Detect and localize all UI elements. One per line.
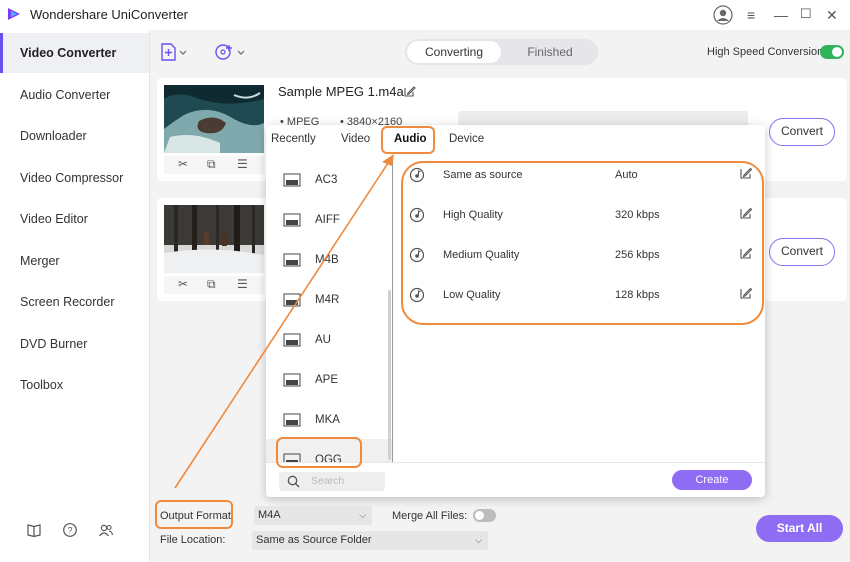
sidebar-item-label: Downloader [20, 129, 87, 143]
format-label: AC3 [315, 174, 338, 186]
format-label: APE [315, 374, 339, 386]
video-thumbnail[interactable] [164, 85, 264, 153]
file-location-select[interactable]: Same as Source Folder ⌵ [252, 531, 488, 550]
audio-file-icon [283, 213, 301, 227]
search-placeholder: Search [311, 475, 345, 487]
thumbnail-tools: ✂ ⧉ ☰ [164, 156, 264, 174]
rename-icon[interactable] [403, 85, 416, 98]
list-item[interactable]: AIFF [266, 199, 392, 239]
high-speed-toggle[interactable] [820, 45, 844, 59]
format-label: MKA [315, 414, 340, 426]
tab-recently[interactable]: Recently [271, 133, 316, 145]
search-icon [287, 475, 300, 488]
audio-file-icon [283, 413, 301, 427]
maximize-icon[interactable]: ☐ [800, 6, 812, 22]
book-icon[interactable] [26, 522, 42, 538]
sidebar-item-label: DVD Burner [20, 337, 88, 351]
annotation-highlight-ogg [276, 437, 362, 468]
close-icon[interactable]: ✕ [826, 7, 838, 23]
crop-icon[interactable]: ⧉ [207, 157, 216, 172]
list-item[interactable]: M4R [266, 279, 392, 319]
crop-icon[interactable]: ⧉ [207, 277, 216, 292]
effects-icon[interactable]: ☰ [237, 157, 248, 171]
annotation-highlight-audio-tab [381, 126, 435, 154]
sidebar-item-video-compressor[interactable]: Video Compressor [0, 158, 149, 198]
effects-icon[interactable]: ☰ [237, 277, 248, 291]
file-location-value: Same as Source Folder [256, 534, 372, 546]
start-all-button[interactable]: Start All [756, 515, 843, 542]
high-speed-label: High Speed Conversion [707, 46, 824, 58]
audio-file-icon [283, 293, 301, 307]
audio-file-icon [283, 173, 301, 187]
sidebar-item-merger[interactable]: Merger [0, 241, 149, 281]
file-name: Sample MPEG 1.m4a [278, 84, 404, 99]
format-list-scrollbar[interactable] [388, 290, 391, 460]
sidebar-item-label: Screen Recorder [20, 295, 115, 309]
file-location-label: File Location: [160, 534, 226, 546]
output-format-select[interactable]: M4A ⌵ [254, 506, 372, 525]
thumbnail-tools: ✂ ⧉ ☰ [164, 276, 264, 294]
svg-text:?: ? [67, 526, 72, 536]
minimize-icon[interactable]: — [774, 7, 788, 23]
cut-icon[interactable]: ✂ [178, 277, 188, 291]
tab-device[interactable]: Device [449, 133, 484, 145]
tab-finished[interactable]: Finished [505, 41, 595, 63]
format-label: M4B [315, 254, 339, 266]
merge-all-toggle[interactable] [473, 509, 496, 522]
convert-button[interactable]: Convert [769, 238, 835, 266]
status-segmented-control: Converting Finished [405, 39, 598, 65]
sidebar: Video Converter Audio Converter Download… [0, 30, 150, 562]
chevron-down-icon: ⌵ [475, 535, 482, 545]
sidebar-item-downloader[interactable]: Downloader [0, 116, 149, 156]
sidebar-item-label: Video Compressor [20, 171, 124, 185]
audio-file-icon [283, 253, 301, 267]
audio-file-icon [283, 373, 301, 387]
sidebar-item-dvd-burner[interactable]: DVD Burner [0, 324, 149, 364]
format-search-input[interactable]: Search [279, 472, 385, 491]
annotation-highlight-quality-list [401, 161, 764, 325]
load-dvd-icon[interactable] [214, 42, 246, 62]
chevron-down-icon: ⌵ [359, 510, 366, 520]
app-title: Wondershare UniConverter [30, 7, 188, 22]
tab-converting[interactable]: Converting [407, 41, 501, 63]
format-label: AIFF [315, 214, 340, 226]
create-button[interactable]: Create [672, 470, 752, 490]
list-item[interactable]: AU [266, 319, 392, 359]
merge-all-label: Merge All Files: [392, 510, 468, 522]
sidebar-item-label: Merger [20, 254, 60, 268]
help-icon[interactable]: ? [62, 522, 78, 538]
app-logo-icon [8, 8, 20, 20]
sidebar-item-label: Audio Converter [20, 88, 111, 102]
cut-icon[interactable]: ✂ [178, 157, 188, 171]
sidebar-item-audio-converter[interactable]: Audio Converter [0, 75, 149, 115]
output-format-value: M4A [258, 509, 281, 521]
convert-button[interactable]: Convert [769, 118, 835, 146]
sidebar-item-video-editor[interactable]: Video Editor [0, 199, 149, 239]
users-icon[interactable] [98, 522, 114, 538]
list-item[interactable]: AC3 [266, 159, 392, 199]
list-item[interactable]: APE [266, 359, 392, 399]
sidebar-item-video-converter[interactable]: Video Converter [0, 33, 149, 73]
list-item[interactable]: M4B [266, 239, 392, 279]
sidebar-item-label: Video Converter [20, 46, 117, 60]
menu-icon[interactable]: ≡ [747, 7, 755, 23]
format-list: AC3 AIFF M4B M4R AU APE MKA OGG [266, 159, 392, 462]
format-label: AU [315, 334, 331, 346]
sidebar-item-screen-recorder[interactable]: Screen Recorder [0, 282, 149, 322]
list-item[interactable]: MKA [266, 399, 392, 439]
tab-video[interactable]: Video [341, 133, 370, 145]
audio-file-icon [283, 333, 301, 347]
add-file-icon[interactable] [160, 42, 188, 62]
sidebar-item-label: Video Editor [20, 212, 88, 226]
account-icon[interactable] [713, 5, 733, 25]
sidebar-item-label: Toolbox [20, 378, 64, 392]
video-thumbnail[interactable] [164, 205, 264, 273]
annotation-highlight-output-format [155, 500, 233, 529]
sidebar-item-toolbox[interactable]: Toolbox [0, 365, 149, 405]
format-label: M4R [315, 294, 340, 306]
title-bar: Wondershare UniConverter ≡ — ☐ ✕ [0, 0, 850, 30]
